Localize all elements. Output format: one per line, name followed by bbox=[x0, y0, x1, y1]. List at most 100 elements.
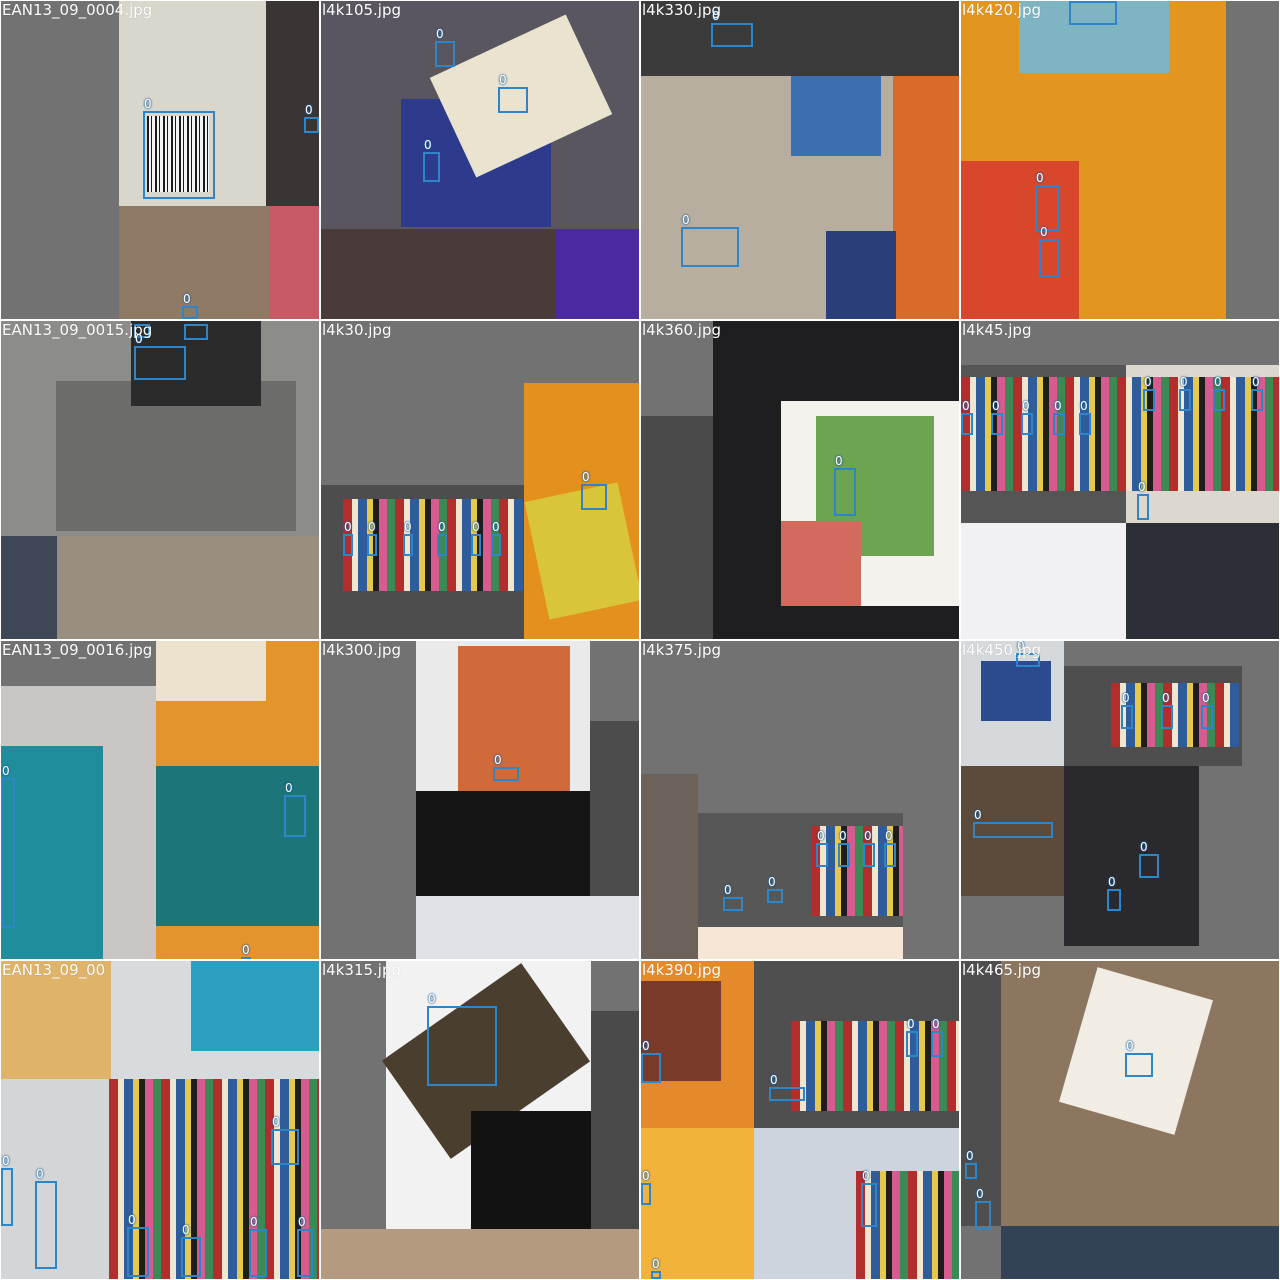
detection-box: 0 bbox=[1, 765, 15, 928]
detection-box: 0 bbox=[769, 1074, 805, 1101]
tile-filename: EAN13_09_0004.jpg bbox=[2, 1, 153, 19]
detection-box: 0 bbox=[297, 1216, 313, 1277]
class-label: 0 bbox=[976, 1187, 984, 1201]
image-patch bbox=[981, 661, 1051, 721]
class-label: 0 bbox=[885, 829, 893, 843]
class-label: 0 bbox=[2, 764, 10, 778]
class-label: 0 bbox=[932, 1017, 940, 1031]
mosaic-tile: 0 l4k300.jpg bbox=[321, 641, 639, 959]
tile-filename: l4k450.jpg bbox=[962, 641, 1042, 659]
image-patch bbox=[961, 377, 1279, 491]
class-label: 0 bbox=[1040, 225, 1048, 239]
tile-filename: l4k105.jpg bbox=[322, 1, 402, 19]
mosaic-tile: 0 0 0 0 0 0 0 0 0 0 l4k45.jpg bbox=[961, 321, 1279, 639]
class-label: 0 bbox=[1122, 691, 1130, 705]
mosaic-tile: 0 0 0 l4k105.jpg bbox=[321, 1, 639, 319]
mosaic-tile: 0 0 l4k330.jpg bbox=[641, 1, 959, 319]
detection-box: 0 bbox=[35, 1168, 57, 1269]
detection-box: 0 bbox=[711, 10, 753, 47]
detection-box: 0 bbox=[498, 74, 528, 113]
detection-box: 0 bbox=[723, 884, 743, 911]
class-label: 0 bbox=[1180, 375, 1188, 389]
mosaic-tile: 0 0 0 l4k420.jpg bbox=[961, 1, 1279, 319]
detection-box: 0 bbox=[1213, 376, 1225, 411]
detection-box: 0 bbox=[816, 830, 828, 867]
detection-box: 0 bbox=[1079, 400, 1091, 435]
detection-box: 0 bbox=[1139, 841, 1159, 878]
class-label: 0 bbox=[1140, 840, 1148, 854]
class-label: 0 bbox=[642, 1039, 650, 1053]
tile-filename: EAN13_09_0015.jpg bbox=[2, 321, 153, 339]
class-label: 0 bbox=[438, 520, 446, 534]
detection-box: 0 bbox=[1053, 400, 1065, 435]
detection-box: 0 bbox=[767, 876, 783, 903]
detection-box: 0 bbox=[1251, 376, 1263, 411]
class-label: 0 bbox=[1252, 375, 1260, 389]
detection-box: 0 bbox=[641, 1170, 651, 1205]
class-label: 0 bbox=[642, 1169, 650, 1183]
detection-box: 0 bbox=[906, 1018, 918, 1057]
class-label: 0 bbox=[404, 520, 412, 534]
class-label: 0 bbox=[1144, 375, 1152, 389]
class-label: 0 bbox=[1214, 375, 1222, 389]
image-patch bbox=[556, 229, 639, 319]
image-patch bbox=[416, 896, 639, 959]
tile-filename: l4k330.jpg bbox=[642, 1, 722, 19]
mosaic-tile: 0 l4k360.jpg bbox=[641, 321, 959, 639]
class-label: 0 bbox=[724, 883, 732, 897]
tile-filename: l4k375.jpg bbox=[642, 641, 722, 659]
class-label: 0 bbox=[472, 520, 480, 534]
class-label: 0 bbox=[1162, 691, 1170, 705]
class-label: 0 bbox=[285, 781, 293, 795]
class-label: 0 bbox=[428, 992, 436, 1006]
detection-box: 0 bbox=[134, 333, 186, 380]
class-label: 0 bbox=[499, 73, 507, 87]
detection-box: 0 bbox=[182, 293, 198, 319]
class-label: 0 bbox=[652, 1257, 660, 1271]
detection-box: 0 bbox=[681, 214, 739, 267]
image-patch bbox=[191, 961, 319, 1051]
image-patch bbox=[269, 206, 319, 319]
detection-box: 0 bbox=[991, 400, 1003, 435]
detection-box: 0 bbox=[241, 944, 251, 959]
image-patch bbox=[57, 536, 319, 639]
class-label: 0 bbox=[682, 213, 690, 227]
detection-box: 0 bbox=[1143, 376, 1155, 411]
tile-filename: l4k45.jpg bbox=[962, 321, 1032, 339]
detection-box: 0 bbox=[838, 830, 850, 867]
class-label: 0 bbox=[305, 103, 313, 117]
mosaic-tile: 0 0 0 EAN13_09_0015.jpg bbox=[1, 321, 319, 639]
detection-box: 0 bbox=[491, 521, 501, 556]
tile-filename: l4k30.jpg bbox=[322, 321, 392, 339]
class-label: 0 bbox=[368, 520, 376, 534]
class-label: 0 bbox=[770, 1073, 778, 1087]
image-patch bbox=[641, 774, 698, 959]
detection-box: 0 bbox=[427, 993, 497, 1086]
image-patch bbox=[1064, 766, 1199, 946]
detection-box: 0 bbox=[651, 1258, 661, 1279]
detection-box: 0 bbox=[1137, 481, 1149, 520]
class-label: 0 bbox=[494, 753, 502, 767]
detection-box: 0 bbox=[861, 1170, 877, 1227]
image-patch bbox=[591, 1011, 639, 1229]
detection-box: 0 bbox=[581, 471, 607, 510]
class-label: 0 bbox=[817, 829, 825, 843]
detection-box: 0 bbox=[1125, 1040, 1153, 1077]
image-patch bbox=[471, 1111, 591, 1229]
tile-filename: l4k420.jpg bbox=[962, 1, 1042, 19]
class-label: 0 bbox=[1126, 1039, 1134, 1053]
mosaic-tile: 0 0 0 0 0 0 0 l4k30.jpg bbox=[321, 321, 639, 639]
image-patch bbox=[698, 927, 903, 959]
class-label: 0 bbox=[839, 829, 847, 843]
class-label: 0 bbox=[1138, 480, 1146, 494]
class-label: 0 bbox=[862, 1169, 870, 1183]
detection-box: 0 bbox=[863, 830, 875, 867]
mosaic-tile: 0 0 0 0 0 0 l4k375.jpg bbox=[641, 641, 959, 959]
class-label: 0 bbox=[2, 1154, 10, 1168]
tile-filename: l4k315.jpg bbox=[322, 961, 402, 979]
mosaic-tile: 0 0 0 0 0 0 0 l4k450.jpg bbox=[961, 641, 1279, 959]
detection-box: 0 bbox=[1, 1155, 13, 1226]
tile-filename: l4k465.jpg bbox=[962, 961, 1042, 979]
detection-box: 0 bbox=[367, 521, 377, 556]
class-label: 0 bbox=[1036, 171, 1044, 185]
